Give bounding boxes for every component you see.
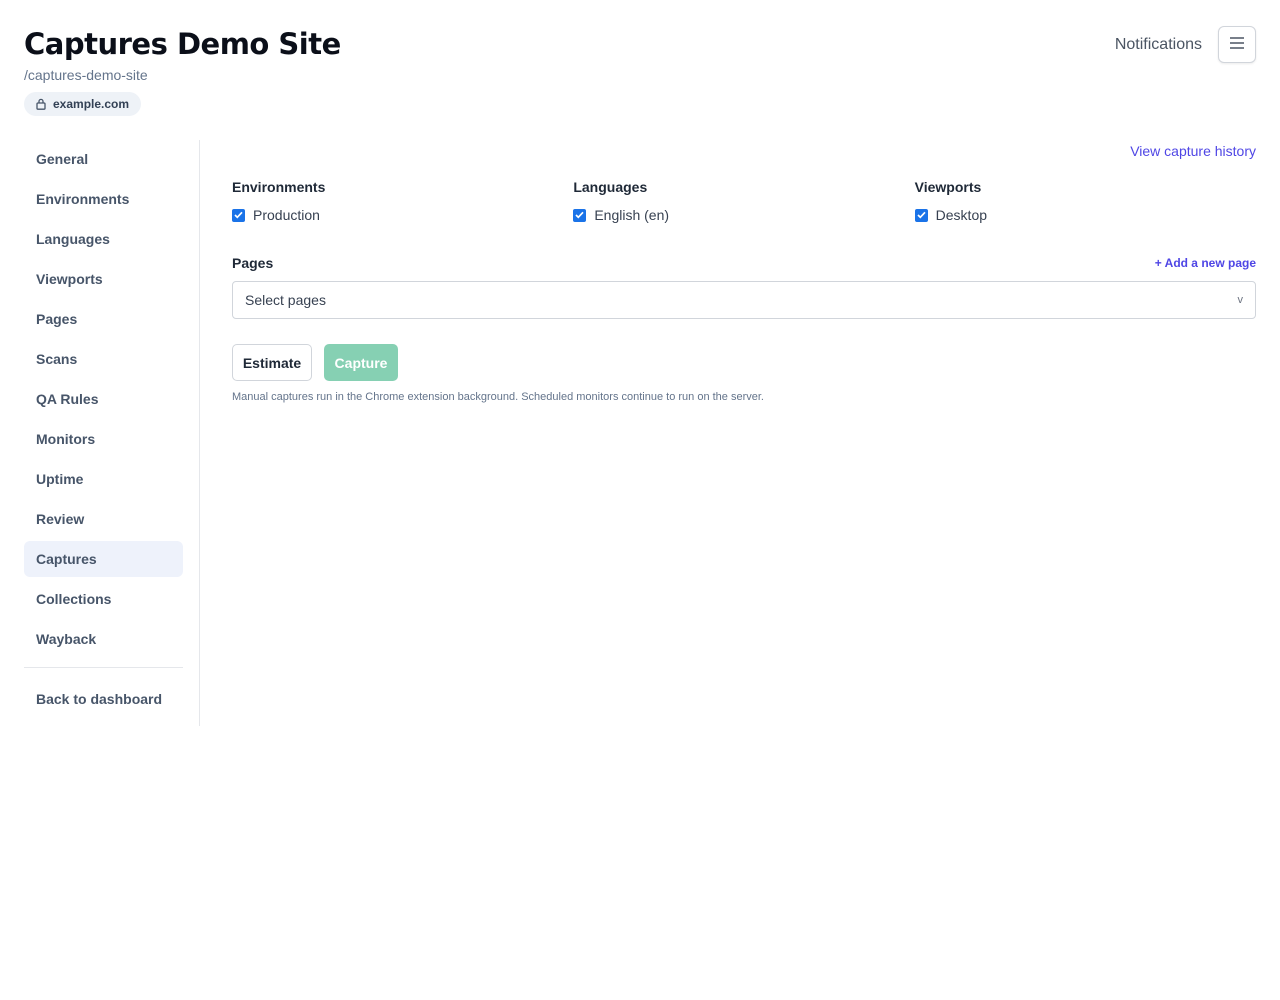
environments-filter: Environments Production (232, 179, 573, 223)
viewports-title: Viewports (914, 179, 982, 195)
sidebar-item-wayback[interactable]: Wayback (24, 621, 183, 657)
capture-button[interactable]: Capture (324, 344, 398, 381)
pages-header: Pages + Add a new page (232, 255, 1256, 271)
back-to-dashboard-link[interactable]: Back to dashboard (24, 681, 183, 717)
site-slug: /captures-demo-site (24, 67, 148, 83)
english-label[interactable]: English (en) (594, 207, 669, 223)
hamburger-icon (1230, 36, 1244, 54)
production-label[interactable]: Production (253, 207, 320, 223)
capture-note: Manual captures run in the Chrome extens… (232, 391, 764, 403)
top-actions: Notifications (1115, 26, 1256, 63)
sidebar-item-qa-rules[interactable]: QA Rules (24, 381, 183, 417)
menu-button[interactable] (1218, 26, 1256, 63)
lock-icon (36, 98, 46, 110)
desktop-checkbox[interactable] (914, 208, 928, 222)
domain-badge: example.com (24, 92, 142, 116)
estimate-button[interactable]: Estimate (232, 344, 312, 381)
sidebar-item-scans[interactable]: Scans (24, 341, 183, 377)
sidebar-item-uptime[interactable]: Uptime (24, 461, 183, 497)
desktop-label[interactable]: Desktop (936, 207, 987, 223)
sidebar: General Environments Languages Viewports… (24, 140, 200, 726)
languages-filter: Languages English (en) (573, 179, 914, 223)
checkmark-icon (234, 211, 243, 219)
production-checkbox[interactable] (232, 208, 245, 222)
page-title: Captures Demo Site (24, 27, 341, 61)
domain-label: example.com (53, 97, 130, 111)
sidebar-item-collections[interactable]: Collections (24, 581, 183, 617)
pages-select[interactable]: Select pages v (232, 281, 1256, 319)
capture-actions: Estimate Capture (232, 344, 398, 381)
sidebar-item-captures[interactable]: Captures (24, 541, 183, 577)
sidebar-divider (24, 667, 183, 668)
viewport-option: Desktop (914, 207, 1256, 223)
languages-title: Languages (573, 179, 648, 195)
site-header: Captures Demo Site /captures-demo-site e… (24, 26, 341, 116)
sidebar-nav: General Environments Languages Viewports… (24, 140, 199, 657)
chevron-down-icon: v (1237, 294, 1244, 306)
sidebar-item-review[interactable]: Review (24, 501, 183, 537)
environment-option: Production (232, 207, 573, 223)
capture-filters: Environments Production Languages Englis… (232, 179, 1256, 223)
notifications-link[interactable]: Notifications (1115, 36, 1202, 54)
checkmark-icon (575, 211, 584, 219)
sidebar-item-environments[interactable]: Environments (24, 181, 183, 217)
language-option: English (en) (573, 207, 914, 223)
sidebar-item-viewports[interactable]: Viewports (24, 261, 183, 297)
viewports-filter: Viewports Desktop (914, 179, 1256, 223)
checkmark-icon (917, 211, 926, 219)
pages-title: Pages (232, 255, 274, 271)
english-checkbox[interactable] (573, 208, 587, 222)
sidebar-item-monitors[interactable]: Monitors (24, 421, 183, 457)
sidebar-item-general[interactable]: General (24, 141, 183, 177)
sidebar-item-pages[interactable]: Pages (24, 301, 183, 337)
add-new-page-link[interactable]: + Add a new page (1155, 256, 1256, 270)
view-capture-history-link[interactable]: View capture history (1130, 143, 1256, 159)
pages-select-placeholder: Select pages (245, 292, 326, 308)
sidebar-item-languages[interactable]: Languages (24, 221, 183, 257)
environments-title: Environments (232, 179, 326, 195)
